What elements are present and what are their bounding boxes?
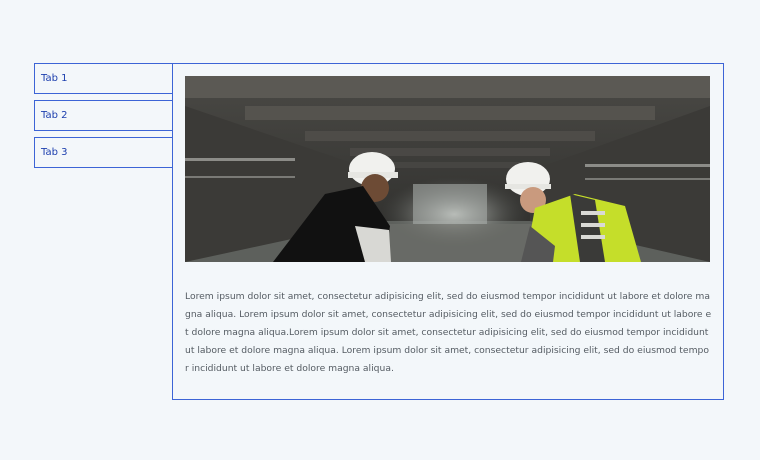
photo-illustration	[185, 76, 710, 262]
tab-1[interactable]: Tab 1	[34, 63, 173, 94]
tabs-widget: Tab 1 Tab 2 Tab 3 Lorem ipsum dolor sit …	[0, 0, 760, 460]
tab-list: Tab 1 Tab 2 Tab 3	[34, 63, 173, 174]
workers-photo	[185, 76, 710, 262]
tab-3[interactable]: Tab 3	[34, 137, 173, 168]
tab-2[interactable]: Tab 2	[34, 100, 173, 131]
panel-body-text: Lorem ipsum dolor sit amet, consectetur …	[185, 291, 712, 374]
tab-panel: Lorem ipsum dolor sit amet, consectetur …	[172, 63, 724, 400]
